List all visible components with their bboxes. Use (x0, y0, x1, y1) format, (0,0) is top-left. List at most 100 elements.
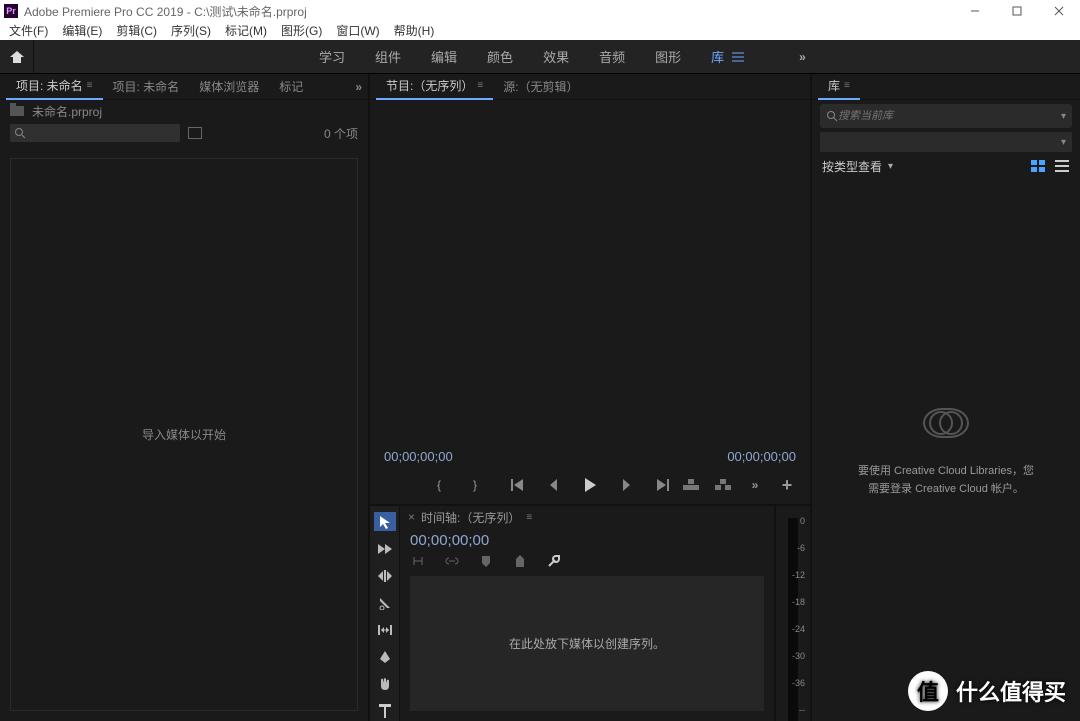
pen-tool[interactable] (374, 648, 396, 667)
tab-media-browser[interactable]: 媒体浏览器 (189, 74, 269, 100)
menu-window[interactable]: 窗口(W) (329, 22, 386, 39)
libraries-empty-state: 要使用 Creative Cloud Libraries，您 需要登录 Crea… (812, 182, 1080, 721)
audio-meter-ticks: 0 -6 -12 -18 -24 -30 -36 -- (783, 516, 807, 715)
watermark-badge: 值 (908, 671, 948, 711)
timeline-tab-label: 时间轴:（无序列） (421, 509, 520, 526)
lift-button[interactable] (682, 476, 700, 494)
project-search-input[interactable] (25, 127, 176, 139)
play-button[interactable] (581, 476, 599, 494)
project-file-name: 未命名.prproj (32, 103, 102, 120)
app-logo: Pr (4, 4, 18, 18)
project-toolbar: 0 个项 (0, 122, 368, 144)
mark-in-button[interactable]: { (430, 476, 448, 494)
workspace-libraries[interactable]: 库 (696, 40, 759, 74)
home-button[interactable] (0, 40, 34, 74)
mark-out-button[interactable]: } (466, 476, 484, 494)
go-to-in-button[interactable] (509, 476, 527, 494)
tab-libraries-label: 库 (828, 77, 840, 94)
extract-button[interactable] (714, 476, 732, 494)
timeline-tab[interactable]: × 时间轴:（无序列） ≡ (400, 506, 774, 528)
audio-tick: -- (783, 705, 807, 715)
panel-menu-icon[interactable]: ≡ (526, 512, 532, 523)
timeline-timecode[interactable]: 00;00;00;00 (410, 532, 764, 549)
ripple-edit-tool[interactable] (374, 566, 396, 585)
window-close-button[interactable] (1038, 0, 1080, 22)
menu-sequence[interactable]: 序列(S) (164, 22, 218, 39)
audio-tick: -36 (783, 678, 807, 688)
program-monitor-panel: 节目:（无序列） ≡ 源:（无剪辑） 00;00;00;00 00;00;00;… (370, 74, 810, 506)
tab-source[interactable]: 源:（无剪辑） (493, 74, 588, 100)
type-tool[interactable] (374, 702, 396, 721)
timeline-header: 00;00;00;00 (400, 528, 774, 569)
panel-menu-icon[interactable]: ≡ (87, 80, 93, 91)
step-forward-button[interactable] (617, 476, 635, 494)
menu-help[interactable]: 帮助(H) (387, 22, 442, 39)
tab-project-dup[interactable]: 项目: 未命名 (103, 74, 190, 100)
program-current-timecode[interactable]: 00;00;00;00 (384, 449, 453, 464)
timeline-add-marker-button[interactable] (478, 553, 494, 569)
project-item-count: 0 个项 (324, 125, 358, 142)
view-list-button[interactable] (1054, 159, 1070, 173)
audio-tick: -12 (783, 570, 807, 580)
project-drop-zone[interactable]: 导入媒体以开始 (10, 158, 358, 711)
workspace-overflow-button[interactable]: » (789, 50, 816, 64)
libraries-panel: 库 ≡ ▾ ▾ 按类型查看 ▾ 要使用 (810, 74, 1080, 721)
project-search[interactable] (10, 124, 180, 142)
workspace-effects[interactable]: 效果 (528, 40, 584, 74)
hand-tool[interactable] (374, 675, 396, 694)
button-editor-add[interactable]: + (778, 476, 796, 494)
tab-markers[interactable]: 标记 (269, 74, 313, 100)
slip-tool[interactable] (374, 621, 396, 640)
menu-edit[interactable]: 编辑(E) (55, 22, 109, 39)
menu-graphics[interactable]: 图形(G) (274, 22, 329, 39)
timeline-snap-button[interactable] (410, 553, 426, 569)
timeline-drop-zone[interactable]: 在此处放下媒体以创建序列。 (410, 576, 764, 711)
workspace-audio[interactable]: 音频 (584, 40, 640, 74)
track-select-tool[interactable] (374, 539, 396, 558)
panel-menu-icon[interactable]: ≡ (844, 80, 850, 91)
menu-marker[interactable]: 标记(M) (218, 22, 274, 39)
razor-tool[interactable] (374, 593, 396, 612)
cursor-icon (379, 515, 391, 529)
window-maximize-button[interactable] (996, 0, 1038, 22)
menu-clip[interactable]: 剪辑(C) (109, 22, 164, 39)
panel-menu-icon[interactable] (732, 52, 744, 62)
window-minimize-button[interactable] (954, 0, 996, 22)
selection-tool[interactable] (374, 512, 396, 531)
libraries-message-line1: 要使用 Creative Cloud Libraries，您 (858, 462, 1034, 478)
workspace-graphics[interactable]: 图形 (640, 40, 696, 74)
view-grid-button[interactable] (1030, 159, 1046, 173)
bin-icon (10, 106, 24, 116)
audio-tick: 0 (783, 516, 807, 526)
tab-project-active[interactable]: 项目: 未命名 ≡ (6, 74, 103, 100)
workspace-learn[interactable]: 学习 (304, 40, 360, 74)
libraries-view-label[interactable]: 按类型查看 (822, 158, 882, 175)
transport-overflow[interactable]: » (746, 476, 764, 494)
chevron-down-icon[interactable]: ▾ (1061, 111, 1066, 122)
audio-tick: -18 (783, 597, 807, 607)
tabs-overflow-button[interactable]: » (355, 80, 362, 94)
timeline-tab-close[interactable]: × (408, 510, 415, 524)
program-monitor[interactable] (380, 104, 800, 444)
workspace-edit[interactable]: 编辑 (416, 40, 472, 74)
audio-tick: -6 (783, 543, 807, 553)
project-new-bin-button[interactable] (188, 127, 202, 139)
chevron-down-icon[interactable]: ▾ (888, 161, 893, 172)
tab-libraries[interactable]: 库 ≡ (818, 74, 860, 100)
step-back-button[interactable] (545, 476, 563, 494)
go-to-out-button[interactable] (653, 476, 671, 494)
workspace-assembly[interactable]: 组件 (360, 40, 416, 74)
panel-menu-icon[interactable]: ≡ (477, 80, 483, 91)
timeline-drop-hint: 在此处放下媒体以创建序列。 (509, 635, 665, 652)
workspace-color[interactable]: 颜色 (472, 40, 528, 74)
project-tabs: 项目: 未命名 ≡ 项目: 未命名 媒体浏览器 标记 » (0, 74, 368, 100)
tab-program[interactable]: 节目:（无序列） ≡ (376, 74, 493, 100)
timeline-settings-button[interactable] (546, 553, 562, 569)
menu-file[interactable]: 文件(F) (2, 22, 55, 39)
timeline-linked-selection-button[interactable] (444, 553, 460, 569)
workspace-libraries-label: 库 (711, 47, 724, 66)
libraries-search[interactable]: ▾ (820, 104, 1072, 128)
libraries-library-select[interactable]: ▾ (820, 132, 1072, 152)
libraries-search-input[interactable] (838, 110, 1061, 122)
timeline-marker-icon[interactable] (512, 553, 528, 569)
